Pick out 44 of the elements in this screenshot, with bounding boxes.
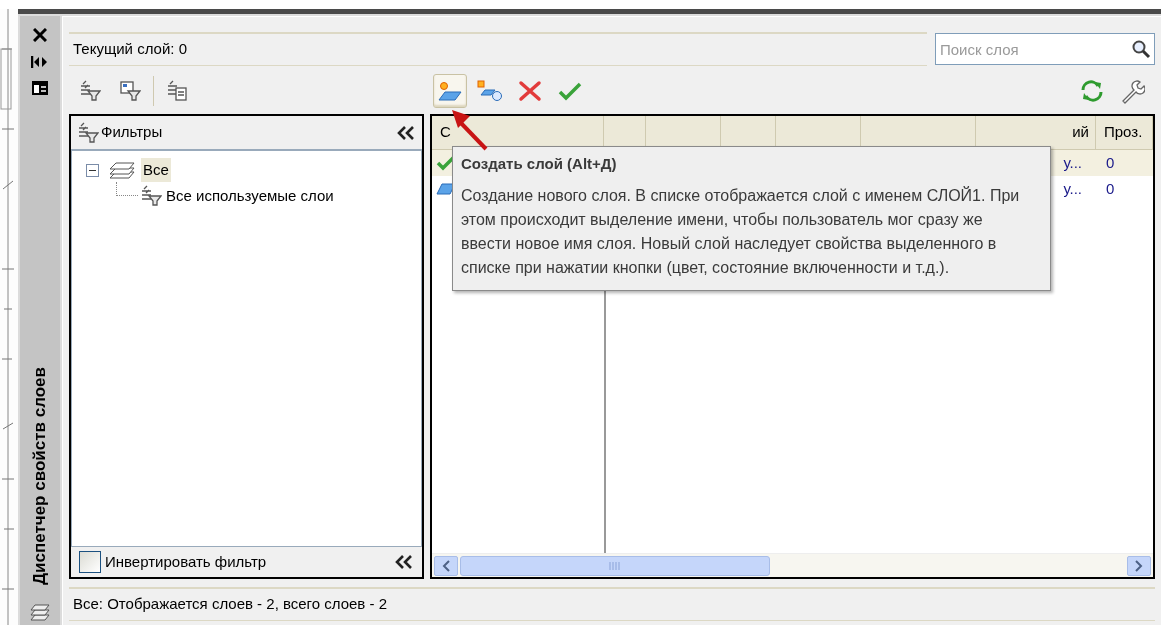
auto-hide-icon[interactable]: [31, 54, 49, 70]
column-header[interactable]: Проз.: [1104, 121, 1143, 144]
chevron-right-icon: [1134, 559, 1144, 572]
layers-icon: [29, 601, 51, 623]
panel-title: Фильтры: [101, 122, 164, 143]
chevron-left-icon: [441, 559, 451, 572]
column-header[interactable]: ий: [1072, 121, 1089, 144]
checkbox-label: Инвертировать фильтр: [105, 551, 268, 572]
scroll-left-button[interactable]: [434, 555, 458, 576]
delete-icon: [518, 80, 542, 102]
minus-icon[interactable]: [86, 163, 99, 177]
current-layer-label: Текущий слой: 0: [69, 32, 927, 66]
toolbar-button[interactable]: [433, 74, 467, 108]
new-layer-icon: [437, 80, 463, 102]
properties-icon[interactable]: [31, 80, 49, 96]
tree-item[interactable]: Все используемые слои: [164, 184, 336, 208]
filter-icon: [140, 185, 162, 207]
grip-icon: [608, 560, 622, 571]
scroll-thumb[interactable]: [460, 555, 770, 576]
filter-icon: [79, 80, 101, 102]
status-bar: Все: Отображается слоев - 2, всего слоев - 2: [69, 587, 1155, 621]
refresh-icon: [1079, 79, 1105, 103]
table-cell-text: 0: [1106, 178, 1115, 199]
checkbox[interactable]: [79, 551, 101, 573]
tree-item[interactable]: Все: [141, 158, 171, 182]
close-icon[interactable]: [31, 26, 49, 44]
tooltip-title: Создать слой (Alt+Д): [461, 154, 618, 174]
search-icon[interactable]: [1131, 39, 1151, 59]
check-icon: [558, 80, 582, 102]
collapse-icon[interactable]: [394, 555, 414, 569]
scroll-right-button[interactable]: [1127, 555, 1151, 576]
pointer-arrow: [450, 108, 490, 152]
layers-icon: [107, 160, 137, 180]
palette-title: Диспетчер свойств слоев: [30, 366, 50, 585]
group-filter-icon: [119, 80, 141, 102]
filter-icon: [77, 121, 99, 144]
table-cell-text: у...: [1063, 178, 1082, 199]
search-field[interactable]: Поиск слоя: [935, 33, 1155, 65]
tooltip-text: Создание нового слоя. В списке отображается слой с именем СЛОЙ1. При этом происходит выделение имени, чтобы пользователь мог сразу же ввести новое имя слоя. Новый слой наследует свойства выделенного в списке при нажатии кнопки (цвет, состояние включенности и т.д.).: [461, 185, 1021, 278]
horizontal-scrollbar[interactable]: [432, 553, 1153, 577]
table-cell-text: 0: [1106, 152, 1115, 173]
column-header[interactable]: С: [440, 121, 451, 144]
collapse-icon[interactable]: [396, 125, 416, 140]
table-cell-text: у...: [1063, 152, 1082, 173]
